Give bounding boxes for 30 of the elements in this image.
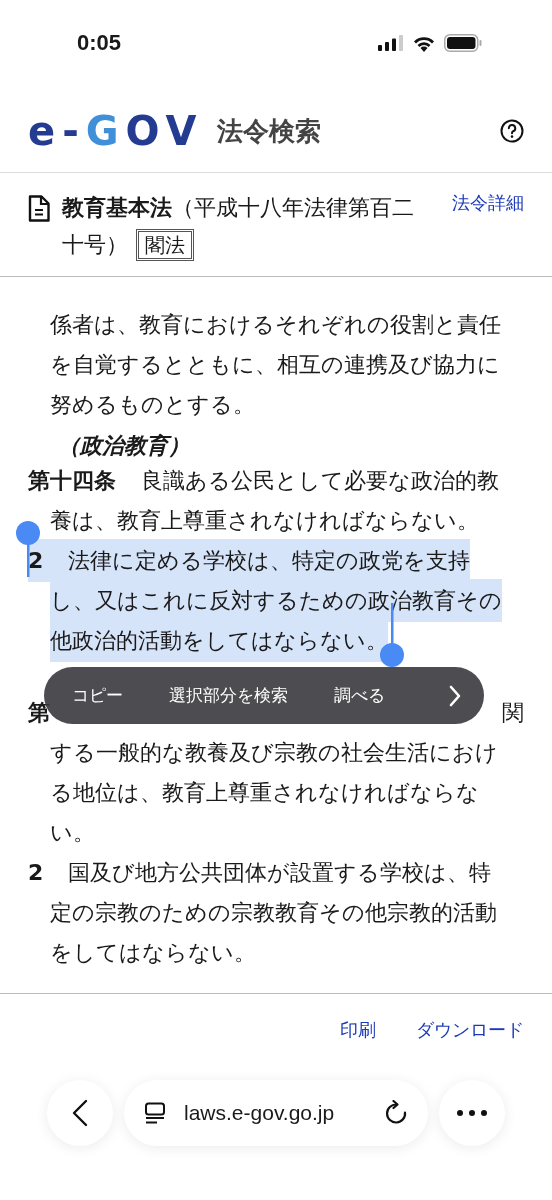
law-title: 教育基本法（平成十八年法律第百二十号） 閣法: [62, 189, 432, 263]
status-time: 0:05: [77, 30, 122, 56]
article-text: 第十四条 良識ある公民として必要な政治的教 養は、教育上尊重されなければならない。: [28, 467, 500, 535]
document-icon: [28, 195, 50, 222]
reload-icon[interactable]: [384, 1100, 408, 1126]
page-menu-icon[interactable]: [144, 1102, 166, 1124]
menu-item[interactable]: 調べる: [322, 684, 397, 707]
footer-link[interactable]: 印刷: [340, 1018, 376, 1042]
help-icon[interactable]: [500, 119, 524, 143]
chevron-right-icon[interactable]: [448, 684, 462, 707]
menu-item[interactable]: コピー: [60, 684, 135, 707]
back-icon: [72, 1099, 88, 1127]
e-gov-logo[interactable]: e-G OV: [28, 111, 204, 151]
article-caption: （政治教育）: [58, 432, 191, 460]
signal-icon: [378, 35, 404, 51]
law-details-link[interactable]: 法令詳細: [452, 191, 524, 215]
url-text: laws.e-gov.go.jp: [184, 1101, 336, 1125]
article-text: する一般的な教養及び宗教の社会生活におけ る地位は、教育上尊重されなければならな い。: [49, 739, 499, 847]
wifi-icon: [412, 34, 436, 52]
article-text: 2 国及び地方公共団体が設置する学校は、特 定の宗教のための宗教教育その他宗教的活動 をしてはならない。: [28, 859, 498, 967]
selection-start-handle[interactable]: [16, 521, 40, 577]
battery-icon: [444, 34, 482, 52]
article-number: 第: [28, 699, 50, 727]
footer-link[interactable]: ダウンロード: [416, 1018, 524, 1042]
site-title: 法令検索: [217, 114, 322, 148]
article-text: 係者は、教育におけるそれぞれの役割と責任 を自覚するとともに、相互の連携及び協力に 努めるものとする。: [49, 311, 502, 419]
more-icon: [457, 1110, 487, 1116]
address-bar[interactable]: laws.e-gov.go.jp: [124, 1080, 428, 1146]
menu-item[interactable]: 選択部分を検索: [157, 684, 300, 707]
article-text: 関: [502, 699, 524, 727]
